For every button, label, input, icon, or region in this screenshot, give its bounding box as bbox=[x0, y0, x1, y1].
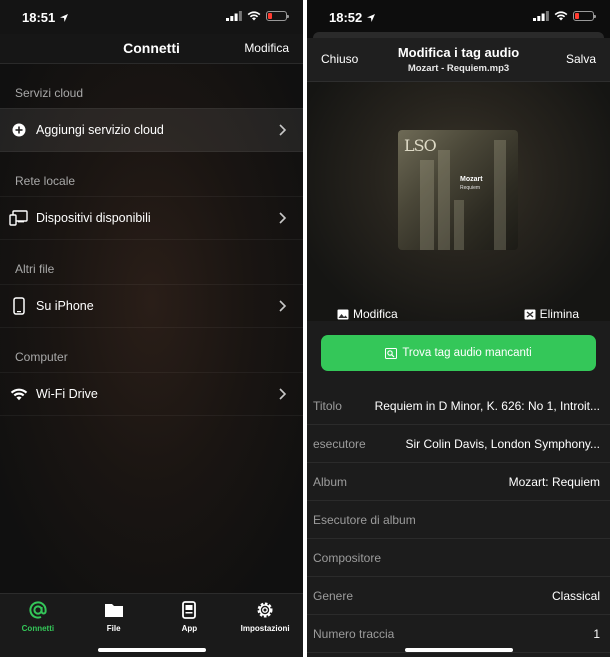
battery-icon bbox=[266, 11, 289, 21]
app-icon bbox=[182, 601, 197, 619]
wifi-icon bbox=[10, 388, 28, 400]
wifi-status-icon bbox=[554, 11, 568, 21]
edit-tags-screen: 18:52 Chiuso Modifica i tag audio Mozart… bbox=[307, 0, 610, 657]
field-title-label: Titolo bbox=[313, 398, 342, 413]
available-devices-row[interactable]: Dispositivi disponibili bbox=[0, 196, 303, 240]
status-bar: 18:51 bbox=[0, 0, 303, 34]
section-header-computer: Computer bbox=[15, 350, 68, 364]
devices-icon bbox=[9, 210, 28, 226]
tab-connect-label: Connetti bbox=[21, 624, 55, 633]
location-arrow-icon bbox=[367, 13, 376, 22]
wifi-drive-label: Wi-Fi Drive bbox=[36, 387, 98, 401]
artwork-area: LSO Mozart Requiem Modifica Elimina bbox=[307, 82, 610, 321]
section-header-other-files: Altri file bbox=[15, 262, 55, 276]
iphone-icon bbox=[13, 297, 25, 315]
field-track-number-value[interactable]: 1 bbox=[404, 627, 600, 641]
section-header-local-network: Rete locale bbox=[15, 174, 76, 188]
image-delete-icon bbox=[524, 309, 536, 319]
status-time: 18:52 bbox=[329, 10, 363, 25]
field-title[interactable]: Titolo Requiem in D Minor, K. 626: No 1,… bbox=[307, 387, 610, 425]
on-iphone-row[interactable]: Su iPhone bbox=[0, 284, 303, 328]
status-bar: 18:52 bbox=[307, 0, 610, 34]
home-indicator bbox=[97, 648, 206, 652]
field-title-value[interactable]: Requiem in D Minor, K. 626: No 1, Introi… bbox=[352, 399, 600, 413]
plus-circle-icon bbox=[12, 123, 26, 137]
chevron-right-icon bbox=[279, 388, 287, 400]
signal-icon bbox=[533, 11, 549, 21]
delete-artwork-label: Elimina bbox=[539, 307, 579, 321]
section-header-cloud: Servizi cloud bbox=[15, 86, 84, 100]
field-album[interactable]: Album Mozart: Requiem bbox=[307, 463, 610, 501]
tab-file-label: File bbox=[106, 624, 121, 633]
field-composer-label: Compositore bbox=[313, 550, 382, 565]
cover-subtitle: Requiem bbox=[460, 185, 481, 191]
navigation-bar: Chiuso Modifica i tag audio Mozart - Req… bbox=[307, 38, 610, 82]
field-composer[interactable]: Compositore bbox=[307, 539, 610, 577]
at-sign-icon bbox=[29, 601, 47, 619]
tag-fields-list: Titolo Requiem in D Minor, K. 626: No 1,… bbox=[307, 387, 610, 657]
tab-settings-label: Impostazioni bbox=[240, 624, 290, 633]
signal-icon bbox=[226, 11, 242, 21]
tag-search-icon bbox=[385, 347, 398, 359]
tab-connect[interactable]: Connetti bbox=[0, 594, 76, 657]
home-indicator bbox=[404, 648, 513, 652]
field-track-number-label: Numero traccia bbox=[313, 626, 395, 641]
find-missing-tags-label: Trova tag audio mancanti bbox=[402, 347, 532, 359]
field-album-artist[interactable]: Esecutore di album bbox=[307, 501, 610, 539]
navigation-bar: Connetti Modifica bbox=[0, 34, 303, 64]
field-genre-label: Genere bbox=[313, 588, 354, 603]
field-genre[interactable]: Genere Classical bbox=[307, 577, 610, 615]
gear-icon bbox=[257, 602, 273, 618]
chevron-right-icon bbox=[279, 124, 287, 136]
connect-screen: 18:51 Connetti Modifica Servizi cloud Ag… bbox=[0, 0, 303, 657]
image-edit-icon bbox=[337, 309, 349, 319]
status-time: 18:51 bbox=[22, 10, 56, 25]
edit-button[interactable]: Modifica bbox=[244, 41, 289, 55]
wifi-drive-row[interactable]: Wi-Fi Drive bbox=[0, 372, 303, 416]
tab-settings[interactable]: Impostazioni bbox=[227, 594, 303, 657]
chevron-right-icon bbox=[279, 300, 287, 312]
edit-artwork-label: Modifica bbox=[353, 307, 398, 321]
cover-logo: LSO bbox=[404, 136, 437, 155]
tab-bar: Connetti File App Impostazioni bbox=[0, 593, 303, 657]
battery-icon bbox=[573, 11, 596, 21]
field-album-value[interactable]: Mozart: Requiem bbox=[357, 475, 600, 489]
available-devices-label: Dispositivi disponibili bbox=[36, 211, 151, 225]
field-genre-value[interactable]: Classical bbox=[363, 589, 600, 603]
find-missing-tags-button[interactable]: Trova tag audio mancanti bbox=[321, 335, 596, 371]
location-arrow-icon bbox=[60, 13, 69, 22]
field-album-label: Album bbox=[313, 474, 348, 489]
field-performer-value[interactable]: Sir Colin Davis, London Symphony... bbox=[376, 437, 600, 451]
album-cover[interactable]: LSO Mozart Requiem bbox=[398, 130, 518, 250]
add-cloud-service-row[interactable]: Aggiungi servizio cloud bbox=[0, 108, 303, 152]
cover-title: Mozart bbox=[460, 176, 483, 183]
add-cloud-service-label: Aggiungi servizio cloud bbox=[36, 123, 164, 137]
connection-list: Servizi cloud Aggiungi servizio cloud Re… bbox=[0, 64, 303, 593]
page-title: Modifica i tag audio bbox=[397, 45, 520, 60]
tab-app-label: App bbox=[181, 624, 198, 633]
wifi-status-icon bbox=[247, 11, 261, 21]
field-performer[interactable]: esecutore Sir Colin Davis, London Sympho… bbox=[307, 425, 610, 463]
delete-artwork-button[interactable]: Elimina bbox=[524, 307, 579, 321]
field-performer-label: esecutore bbox=[313, 436, 366, 451]
on-iphone-label: Su iPhone bbox=[36, 299, 94, 313]
file-name: Mozart - Requiem.mp3 bbox=[407, 63, 510, 74]
field-album-artist-label: Esecutore di album bbox=[313, 512, 416, 527]
save-button[interactable]: Salva bbox=[566, 52, 596, 66]
chevron-right-icon bbox=[279, 212, 287, 224]
edit-artwork-button[interactable]: Modifica bbox=[337, 307, 398, 321]
folder-icon bbox=[104, 604, 123, 617]
